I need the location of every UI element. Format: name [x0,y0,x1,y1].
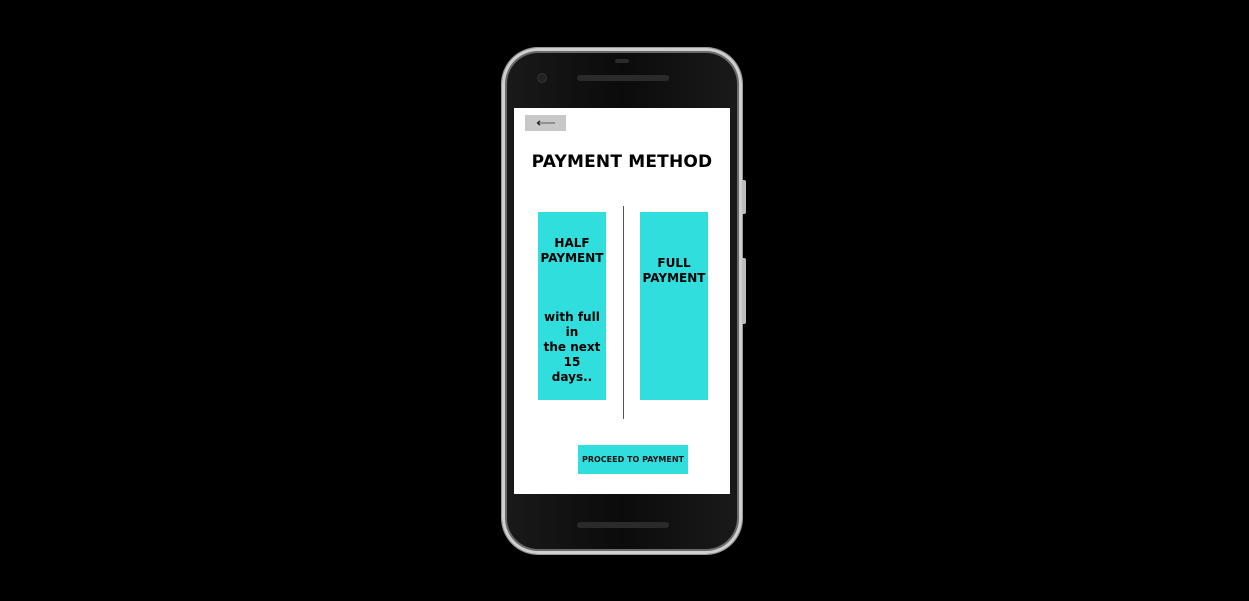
half-payment-desc-line1: with full in [544,310,600,339]
proceed-to-payment-button[interactable]: PROCEED TO PAYMENT [578,445,688,474]
proximity-sensor [615,59,629,63]
half-payment-desc-line2: the next 15 [543,340,601,369]
full-payment-title-line1: FULL [657,256,691,270]
full-payment-title-line2: PAYMENT [642,271,706,285]
half-payment-description: with full in the next 15 days.. [538,310,606,385]
half-payment-title-line1: HALF [554,236,590,250]
bottom-speaker [577,522,669,528]
front-camera [538,74,546,82]
full-payment-option[interactable]: FULL PAYMENT [640,212,708,400]
half-payment-title-line2: PAYMENT [540,251,604,265]
half-payment-desc-line3: days.. [551,370,593,384]
option-divider [623,206,624,419]
full-payment-title: FULL PAYMENT [640,256,708,286]
volume-button [742,258,746,324]
arrow-left-icon [536,120,555,126]
top-speaker [577,75,669,81]
stage: PAYMENT METHOD HALF PAYMENT with full in… [0,0,1249,601]
back-button[interactable] [525,115,566,131]
power-button [742,180,746,214]
half-payment-option[interactable]: HALF PAYMENT with full in the next 15 da… [538,212,606,400]
half-payment-title: HALF PAYMENT [538,236,606,266]
phone-screen: PAYMENT METHOD HALF PAYMENT with full in… [514,108,730,494]
page-title: PAYMENT METHOD [531,152,713,172]
